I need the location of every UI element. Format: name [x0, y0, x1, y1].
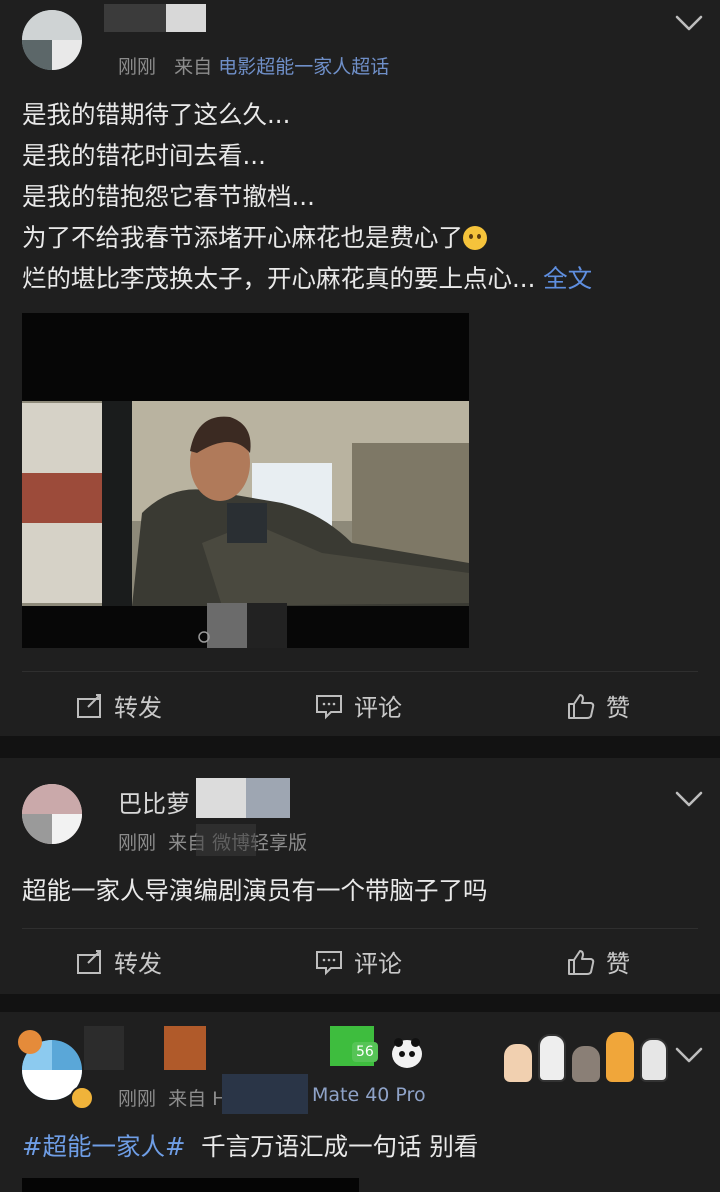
cat-paw-icon	[606, 1032, 634, 1082]
like-button[interactable]: 赞	[566, 688, 630, 723]
repost-button[interactable]: 转发	[74, 688, 162, 723]
cat-paw-icon	[538, 1034, 566, 1082]
cat-paw-icon	[640, 1038, 668, 1082]
device-name: Mate 40 Pro	[312, 1084, 426, 1106]
post-card-1: 刚刚 来自 电影超能一家人超话 是我的错期待了这么久... 是我的错花时间去看.…	[0, 0, 720, 736]
post-meta: 刚刚 来自 H	[118, 1088, 227, 1110]
post-text: 是我的错期待了这么久... 是我的错花时间去看... 是我的错抱怨它春节撤档..…	[22, 100, 593, 293]
read-more-link[interactable]: 全文	[543, 264, 592, 293]
avatar-decoration-icon	[18, 1030, 42, 1054]
share-icon	[77, 693, 101, 718]
post-card-2: 巴比萝 刚刚 来自 微博轻享版 超能一家人导演编剧演员有一个带脑子了吗 转发 评…	[0, 758, 720, 994]
post-image[interactable]	[22, 313, 469, 648]
cat-paw-icon	[504, 1044, 532, 1082]
chevron-down-icon[interactable]	[674, 12, 704, 34]
like-icon	[568, 949, 595, 975]
panda-icon	[392, 1038, 422, 1068]
comment-button[interactable]: 评论	[314, 688, 402, 723]
eye-roll-emoji-icon	[463, 226, 487, 250]
avatar[interactable]	[22, 10, 82, 70]
chevron-down-icon[interactable]	[674, 788, 704, 810]
share-icon	[77, 949, 101, 974]
cat-paw-decorations	[504, 1032, 668, 1082]
level-badge: 56	[352, 1042, 378, 1062]
like-button[interactable]: 赞	[566, 944, 630, 979]
like-icon	[568, 693, 595, 719]
verified-badge-icon	[70, 1086, 94, 1110]
post-text: 超能一家人导演编剧演员有一个带脑子了吗	[22, 876, 488, 905]
comment-icon	[316, 950, 342, 975]
topic-tag[interactable]: #超能一家人#	[22, 1132, 186, 1161]
post-text: #超能一家人# 千言万语汇成一句话 别看	[22, 1132, 479, 1161]
post-image[interactable]	[22, 1178, 359, 1192]
chevron-down-icon[interactable]	[674, 1044, 704, 1066]
post-meta: 刚刚 来自 电影超能一家人超话	[118, 56, 390, 78]
source-link[interactable]: 电影超能一家人超话	[218, 56, 389, 78]
comment-button[interactable]: 评论	[314, 944, 402, 979]
avatar[interactable]	[22, 784, 82, 844]
comment-icon	[316, 694, 342, 719]
user-name[interactable]: 巴比萝	[118, 784, 190, 819]
repost-button[interactable]: 转发	[74, 944, 162, 979]
post-card-3: 56 刚刚 来自 H Mate 40 Pro #超能一家人# 千言万语汇成一句话…	[0, 1012, 720, 1192]
cat-paw-icon	[572, 1046, 600, 1082]
